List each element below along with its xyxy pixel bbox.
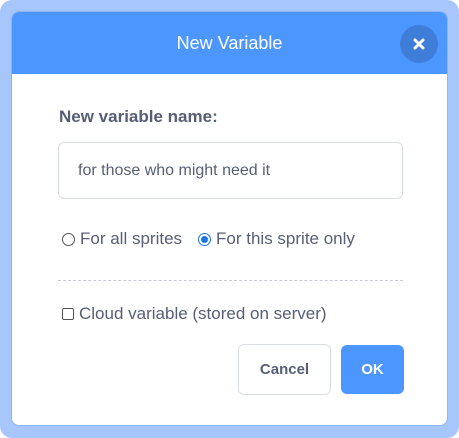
radio-for-this-sprite-only[interactable]: For this sprite only <box>198 229 355 249</box>
radio-button-checked[interactable] <box>198 232 212 246</box>
cancel-button[interactable]: Cancel <box>238 344 331 395</box>
radio-label: For all sprites <box>80 229 183 248</box>
dialog-header: New Variable <box>12 12 447 74</box>
variable-name-label: New variable name: <box>59 107 218 126</box>
scope-radio-group: For all sprites For this sprite only <box>62 229 355 249</box>
radio-for-all-sprites[interactable]: For all sprites <box>62 229 182 249</box>
close-icon <box>413 38 425 50</box>
dashed-divider <box>58 280 403 281</box>
new-variable-dialog: New Variable New variable name: For all … <box>11 11 448 426</box>
cloud-variable-checkbox[interactable] <box>62 308 74 320</box>
cloud-variable-option[interactable]: Cloud variable (stored on server) <box>62 304 327 324</box>
ok-button[interactable]: OK <box>341 345 404 394</box>
dialog-title: New Variable <box>176 32 283 53</box>
cloud-variable-label: Cloud variable (stored on server) <box>79 304 327 323</box>
variable-name-input[interactable] <box>58 142 403 199</box>
radio-button[interactable] <box>62 232 75 246</box>
close-button[interactable] <box>400 25 438 63</box>
radio-label: For this sprite only <box>216 229 355 248</box>
